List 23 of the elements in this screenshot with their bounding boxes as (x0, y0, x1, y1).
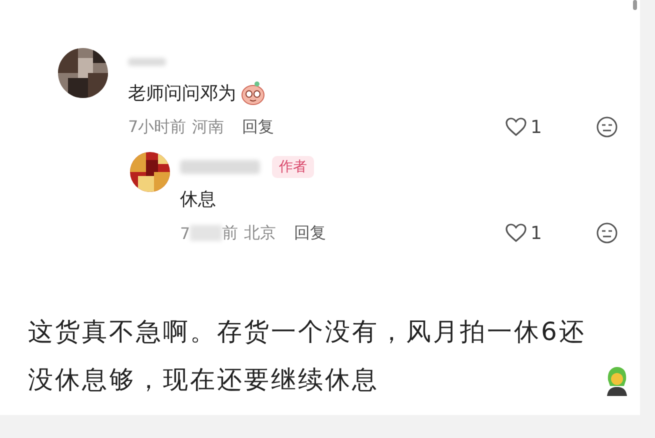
reply-link[interactable]: 回复 (294, 222, 326, 244)
reply-link[interactable]: 回复 (242, 116, 274, 138)
time-text: 7小时前 (128, 116, 186, 138)
post-text: 这货真不急啊。存货一个没有，风月拍一休6还没休息够，现在还要继续休息 (28, 316, 587, 396)
heart-icon[interactable] (504, 117, 527, 137)
face-icon[interactable] (596, 116, 618, 138)
heart-icon[interactable] (504, 223, 527, 243)
person-emoji-icon (605, 366, 629, 396)
author-tag: 作者 (272, 156, 314, 178)
time-text: 前 (222, 222, 238, 244)
comment-text: 休息 (180, 188, 216, 211)
location-text: 河南 (192, 116, 224, 138)
blurred-username (128, 58, 166, 66)
scrollbar[interactable] (633, 0, 637, 10)
like-count: 1 (530, 116, 542, 138)
avatar[interactable] (58, 48, 108, 98)
like-count: 1 (530, 222, 542, 244)
comment-text: 老师问问邓为 (128, 82, 236, 105)
time-text: 7 (180, 224, 190, 242)
avatar[interactable] (130, 152, 170, 192)
blurred-time (190, 225, 222, 241)
location-text: 北京 (244, 222, 276, 244)
face-icon[interactable] (596, 222, 618, 244)
